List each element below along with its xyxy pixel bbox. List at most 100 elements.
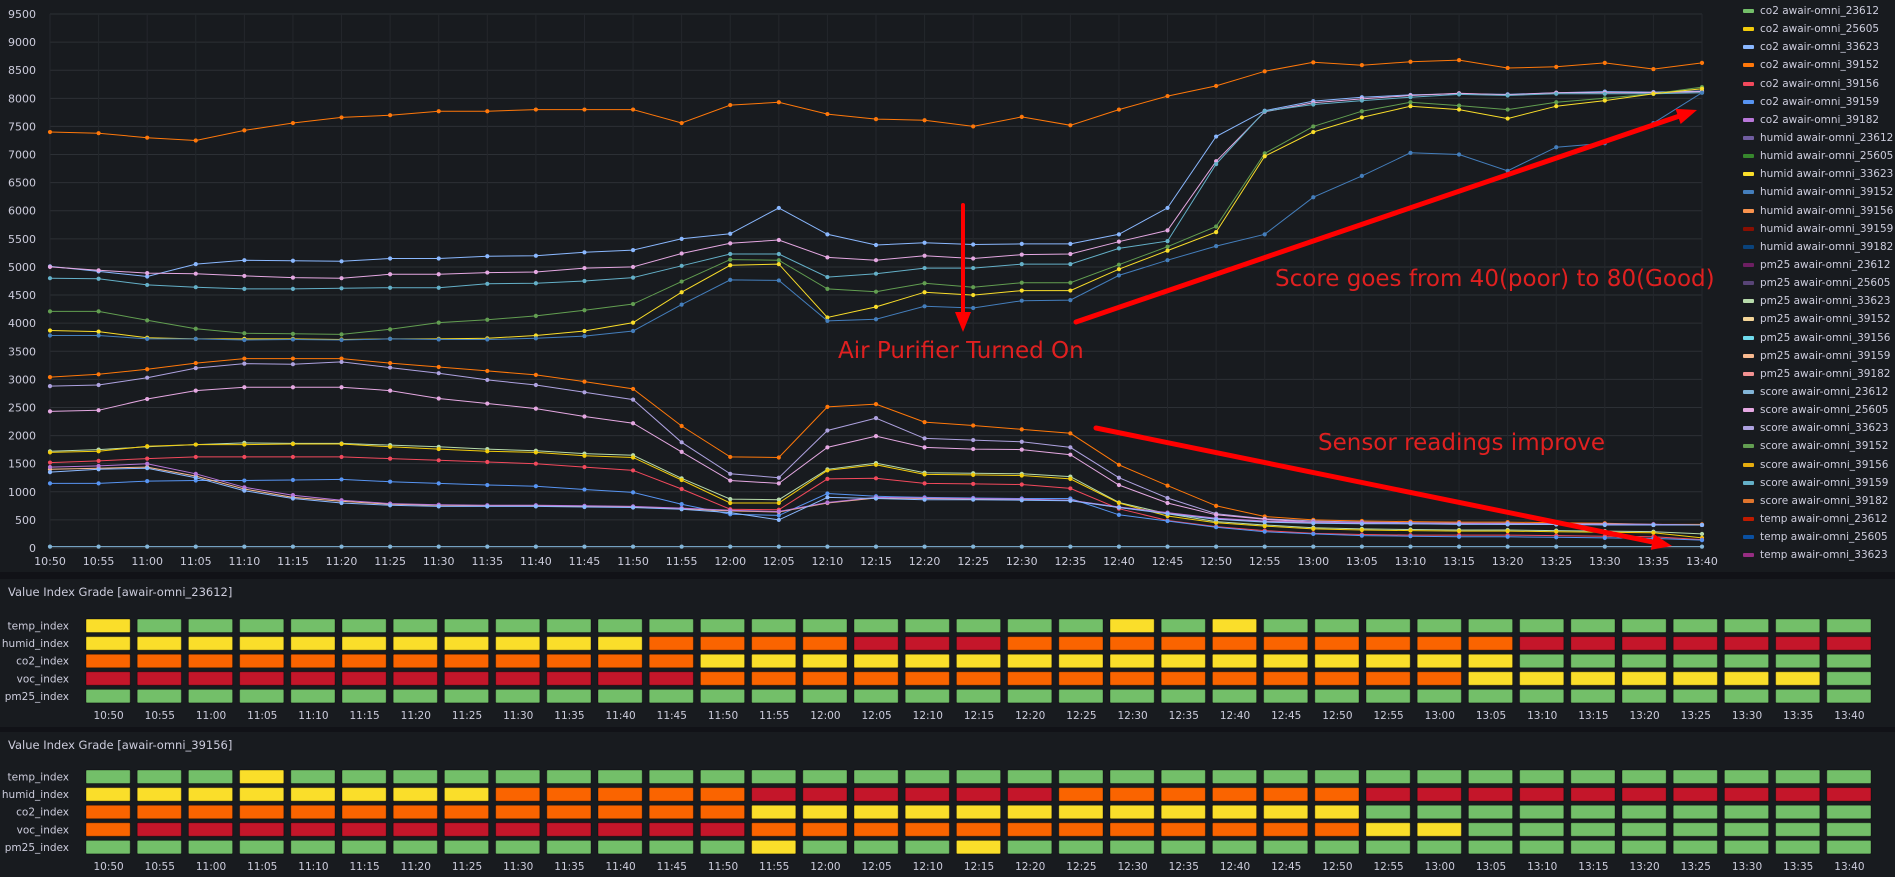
- grade-cell[interactable]: [290, 769, 336, 784]
- grade-cell[interactable]: [1109, 671, 1155, 686]
- grade-cell[interactable]: [1519, 618, 1565, 633]
- grade-cell[interactable]: [751, 618, 797, 633]
- grade-cell[interactable]: [1263, 636, 1309, 651]
- grade-cell[interactable]: [1058, 636, 1104, 651]
- grade-cell[interactable]: [853, 822, 899, 837]
- legend-item[interactable]: humid awair-omni_39159: [1743, 220, 1893, 238]
- grade-cell[interactable]: [1621, 688, 1667, 704]
- timeseries-chart[interactable]: 0 500 1000 1500 2000 2500 3000 3500 4000 4500 5000…: [0, 0, 1740, 572]
- grade-cell[interactable]: [1621, 653, 1667, 669]
- grade-cell[interactable]: [239, 653, 285, 669]
- grade-cell[interactable]: [290, 787, 336, 802]
- grade-cell[interactable]: [1263, 671, 1309, 686]
- grade-cell[interactable]: [443, 787, 490, 802]
- grade-cell[interactable]: [187, 769, 234, 784]
- grade-cell[interactable]: [392, 839, 438, 855]
- grade-cell[interactable]: [1365, 671, 1411, 686]
- grade-cell[interactable]: [955, 671, 1002, 686]
- grade-cell[interactable]: [392, 787, 438, 802]
- grade-cell[interactable]: [1058, 804, 1104, 820]
- grade-cell[interactable]: [85, 688, 131, 704]
- legend-item[interactable]: score awair-omni_23612: [1743, 383, 1893, 401]
- grade-cell[interactable]: [239, 688, 285, 704]
- grade-cell[interactable]: [1007, 822, 1053, 837]
- grade-cell[interactable]: [1723, 804, 1770, 820]
- grade-cell[interactable]: [751, 822, 797, 837]
- grade-cell[interactable]: [1365, 688, 1411, 704]
- grade-cell[interactable]: [751, 839, 797, 855]
- grade-cell[interactable]: [955, 688, 1002, 704]
- grade-cell[interactable]: [443, 804, 490, 820]
- grade-cell[interactable]: [1775, 671, 1821, 686]
- grade-cell[interactable]: [187, 671, 234, 686]
- grade-cell[interactable]: [853, 671, 899, 686]
- legend-item[interactable]: temp awair-omni_25605: [1743, 528, 1893, 546]
- grade-cell[interactable]: [597, 618, 643, 633]
- grade-cell[interactable]: [1007, 636, 1053, 651]
- legend-item[interactable]: score awair-omni_25605: [1743, 401, 1893, 419]
- grade-cell[interactable]: [648, 671, 694, 686]
- grade-cell[interactable]: [1416, 839, 1462, 855]
- grade-cell[interactable]: [1109, 636, 1155, 651]
- grade-cell[interactable]: [187, 804, 234, 820]
- legend-item[interactable]: pm25 awair-omni_39156: [1743, 329, 1893, 347]
- grade-cell[interactable]: [1723, 688, 1770, 704]
- grade-cell[interactable]: [1314, 653, 1360, 669]
- index-grade-panel-39156[interactable]: Value Index Grade [awair-omni_39156] tem…: [0, 732, 1895, 877]
- grade-cell[interactable]: [85, 636, 131, 651]
- grade-cell[interactable]: [802, 671, 848, 686]
- grade-cell[interactable]: [853, 688, 899, 704]
- grade-cell[interactable]: [853, 839, 899, 855]
- legend-item[interactable]: pm25 awair-omni_23612: [1743, 256, 1893, 274]
- grade-cell[interactable]: [904, 671, 950, 686]
- grade-cell[interactable]: [495, 769, 541, 784]
- grade-cell[interactable]: [1570, 822, 1616, 837]
- grade-cell[interactable]: [85, 804, 131, 820]
- grade-cell[interactable]: [1775, 804, 1821, 820]
- grade-cell[interactable]: [802, 618, 848, 633]
- grade-cell[interactable]: [904, 688, 950, 704]
- grade-cell[interactable]: [597, 839, 643, 855]
- grade-cell[interactable]: [904, 787, 950, 802]
- grade-cell[interactable]: [1672, 618, 1718, 633]
- grade-cell[interactable]: [1314, 787, 1360, 802]
- grade-cell[interactable]: [1314, 839, 1360, 855]
- grade-cell[interactable]: [392, 653, 438, 669]
- grade-cell[interactable]: [699, 636, 746, 651]
- grade-cell[interactable]: [1570, 787, 1616, 802]
- grade-cell[interactable]: [904, 618, 950, 633]
- grade-cell[interactable]: [904, 804, 950, 820]
- grade-cell[interactable]: [648, 804, 694, 820]
- legend-item[interactable]: co2 awair-omni_39182: [1743, 111, 1893, 129]
- grade-cell[interactable]: [1519, 769, 1565, 784]
- grade-cell[interactable]: [1263, 839, 1309, 855]
- grade-cell[interactable]: [392, 671, 438, 686]
- grade-cell[interactable]: [341, 636, 387, 651]
- legend-item[interactable]: pm25 awair-omni_39152: [1743, 310, 1893, 328]
- legend-item[interactable]: pm25 awair-omni_39159: [1743, 347, 1893, 365]
- grade-cell[interactable]: [1314, 769, 1360, 784]
- legend-item[interactable]: temp awair-omni_23612: [1743, 510, 1893, 528]
- legend-item[interactable]: humid awair-omni_33623: [1743, 165, 1893, 183]
- grade-cell[interactable]: [495, 671, 541, 686]
- grade-cell[interactable]: [1621, 822, 1667, 837]
- grade-cell[interactable]: [1109, 822, 1155, 837]
- legend-item[interactable]: score awair-omni_33623: [1743, 419, 1893, 437]
- grade-cell[interactable]: [546, 787, 592, 802]
- grade-cell[interactable]: [1160, 671, 1206, 686]
- grade-cell[interactable]: [699, 839, 746, 855]
- grade-cell[interactable]: [1211, 688, 1258, 704]
- grade-cell[interactable]: [546, 636, 592, 651]
- grade-cell[interactable]: [955, 822, 1002, 837]
- grade-cell[interactable]: [1519, 653, 1565, 669]
- grade-cell[interactable]: [1775, 688, 1821, 704]
- grade-cell[interactable]: [1058, 769, 1104, 784]
- grade-cell[interactable]: [341, 769, 387, 784]
- grade-cell[interactable]: [1467, 839, 1514, 855]
- grade-cell[interactable]: [1672, 653, 1718, 669]
- grade-cell[interactable]: [392, 769, 438, 784]
- legend-item[interactable]: score awair-omni_39159: [1743, 474, 1893, 492]
- grade-cell[interactable]: [1314, 636, 1360, 651]
- grade-cell[interactable]: [290, 822, 336, 837]
- grade-cell[interactable]: [955, 839, 1002, 855]
